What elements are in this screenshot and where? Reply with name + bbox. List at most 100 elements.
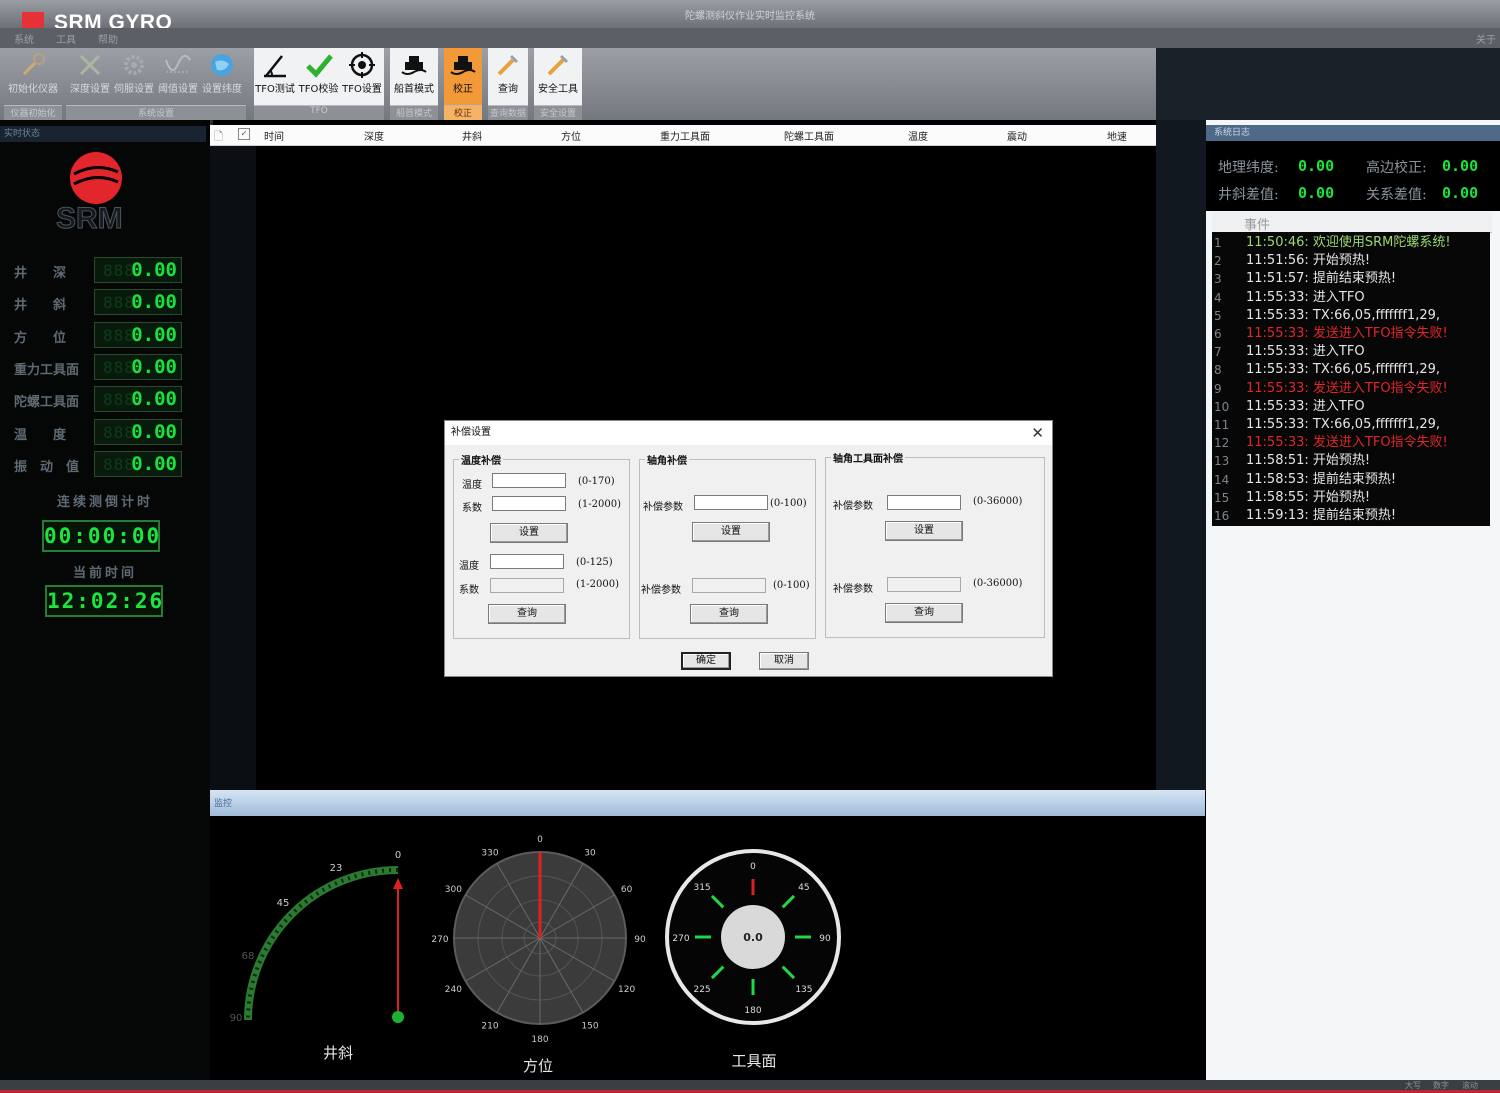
monitor-header-label: 监控 xyxy=(214,799,233,809)
group-label-bow: 船首模式 xyxy=(390,105,438,120)
col-vibration[interactable]: 震动 xyxy=(1007,128,1027,143)
servo-settings-button[interactable]: 伺服设置 xyxy=(112,50,156,100)
depth-settings-button[interactable]: 深度设置 xyxy=(68,50,112,100)
wrench-icon xyxy=(22,53,45,76)
calibrate-button[interactable]: 校正 xyxy=(444,50,482,100)
azimuth-tick-label: 330 xyxy=(481,848,498,858)
event-row-number: 4 xyxy=(1214,290,1222,305)
current-time-label: 当前时间 xyxy=(72,566,137,581)
event-row[interactable]: 6 11:55:33: 发送进入TFO指令失败! xyxy=(1212,325,1490,343)
temp-compensation-group: 温度补偿 温度 (0-170) 系数 (1-2000) 设置 温度 (0-125… xyxy=(453,452,630,639)
event-row-text: 11:55:33: 进入TFO xyxy=(1246,398,1365,414)
tf-param-input[interactable] xyxy=(887,495,961,510)
tfo-test-button[interactable]: TFO测试 xyxy=(254,50,296,100)
event-row[interactable]: 7 11:55:33: 进入TFO xyxy=(1212,343,1490,361)
event-row[interactable]: 1 11:50:46: 欢迎使用SRM陀螺系统! xyxy=(1212,234,1490,252)
col-depth[interactable]: 深度 xyxy=(364,128,384,143)
latitude-settings-button[interactable]: 设置纬度 xyxy=(200,50,244,100)
event-row-text: 11:55:33: 发送进入TFO指令失败! xyxy=(1246,326,1448,341)
tfo-check-label: TFO校验 xyxy=(298,84,339,95)
depth-settings-label: 深度设置 xyxy=(70,84,110,95)
tfo-settings-button[interactable]: TFO设置 xyxy=(341,50,383,100)
event-row[interactable]: 4 11:55:33: 进入TFO xyxy=(1212,289,1490,307)
event-row[interactable]: 2 11:51:56: 开始预热! xyxy=(1212,252,1490,270)
countdown-display: 00:00:00 xyxy=(42,520,160,552)
temp2-input[interactable] xyxy=(490,554,564,569)
event-row-text: 11:55:33: 发送进入TFO指令失败! xyxy=(1246,380,1448,396)
event-column-header[interactable]: 事件 xyxy=(1244,214,1270,233)
temp-input[interactable] xyxy=(492,473,566,488)
menu-about[interactable]: 关于 xyxy=(1476,31,1496,46)
col-ground-speed[interactable]: 地速 xyxy=(1107,128,1127,143)
event-row-number: 14 xyxy=(1214,472,1230,487)
tf-query-button[interactable]: 查询 xyxy=(885,603,963,623)
tf-param2-input[interactable] xyxy=(887,577,961,592)
col-time[interactable]: 时间 xyxy=(264,128,284,143)
toolface-label: 工具面 xyxy=(731,1052,776,1070)
stat-label-relation-diff: 关系差值: xyxy=(1366,187,1427,203)
axis-set-button[interactable]: 设置 xyxy=(692,522,770,542)
select-all-checkbox[interactable]: ✓ xyxy=(238,128,250,140)
meter-value-gyro-toolface: 0.00 xyxy=(131,388,177,410)
inclination-needle-tip xyxy=(393,878,403,889)
azimuth-tick-label: 90 xyxy=(634,935,646,945)
col-azimuth[interactable]: 方位 xyxy=(561,128,581,143)
temp-set-button[interactable]: 设置 xyxy=(490,523,568,543)
meter-gyro-toolface: 888 0.00 xyxy=(94,386,182,412)
tf-set-button[interactable]: 设置 xyxy=(885,521,963,541)
coef-input[interactable] xyxy=(492,496,566,511)
event-row[interactable]: 15 11:58:55: 开始预热! xyxy=(1212,489,1490,507)
event-row[interactable]: 12 11:55:33: 发送进入TFO指令失败! xyxy=(1212,434,1490,452)
dialog-title: 补偿设置 xyxy=(445,421,1052,445)
coef2-label: 系数 xyxy=(459,585,479,596)
safety-tool-button[interactable]: 安全工具 xyxy=(534,50,582,100)
init-instrument-button[interactable]: 初始化仪器 xyxy=(4,50,62,100)
bow-mode-button[interactable]: 船首模式 xyxy=(390,50,438,100)
latitude-settings-label: 设置纬度 xyxy=(202,84,242,95)
event-row[interactable]: 11 11:55:33: TX:66,05,fffffff1,29, xyxy=(1212,416,1490,434)
event-row[interactable]: 13 11:58:51: 开始预热! xyxy=(1212,452,1490,470)
event-row[interactable]: 14 11:58:53: 提前结束预热! xyxy=(1212,471,1490,489)
close-icon[interactable]: ✕ xyxy=(1031,424,1044,442)
group-label-tfo: TFO xyxy=(254,105,384,120)
toolface-tick-label: 180 xyxy=(744,1006,761,1016)
new-file-icon[interactable]: 🗋 xyxy=(214,128,223,147)
event-row[interactable]: 9 11:55:33: 发送进入TFO指令失败! xyxy=(1212,380,1490,398)
event-row[interactable]: 3 11:51:57: 提前结束预热! xyxy=(1212,270,1490,288)
system-log-header: 系统日志 xyxy=(1206,125,1500,141)
menu-system[interactable]: 系统 xyxy=(14,31,34,46)
tfo-test-label: TFO测试 xyxy=(255,84,295,95)
tools-icon xyxy=(79,54,101,76)
query-button[interactable]: 查询 xyxy=(488,50,528,100)
inclination-pivot xyxy=(392,1011,404,1023)
threshold-settings-label: 阈值设置 xyxy=(158,84,198,95)
col-inclination[interactable]: 井斜 xyxy=(462,128,482,143)
ok-button[interactable]: 确定 xyxy=(681,652,731,670)
event-list[interactable]: 1 11:50:46: 欢迎使用SRM陀螺系统! 2 11:51:56: 开始预热! 3… xyxy=(1212,232,1490,526)
col-temperature[interactable]: 温度 xyxy=(908,128,928,143)
menu-help[interactable]: 帮助 xyxy=(98,31,118,46)
coef2-input[interactable] xyxy=(490,578,564,593)
tfo-check-button[interactable]: TFO校验 xyxy=(297,50,340,100)
axis-compensation-group: 轴角补偿 补偿参数 (0-100) 设置 补偿参数 (0-100) 查询 xyxy=(639,452,816,639)
event-row[interactable]: 5 11:55:33: TX:66,05,fffffff1,29, xyxy=(1212,307,1490,325)
col-gravity-toolface[interactable]: 重力工具面 xyxy=(660,128,710,143)
event-row[interactable]: 8 11:55:33: TX:66,05,fffffff1,29, xyxy=(1212,361,1490,379)
event-row-text: 11:51:56: 开始预热! xyxy=(1246,253,1371,269)
col-gyro-toolface[interactable]: 陀螺工具面 xyxy=(784,128,834,143)
realtime-status-panel: 实时状态 SRM 井 深 888 0.00 井 斜 888 0.00 方 位 888… xyxy=(0,120,213,1080)
pencil-tool-icon xyxy=(497,54,519,76)
event-row[interactable]: 16 11:59:13: 提前结束预热! xyxy=(1212,507,1490,525)
temp-query-button[interactable]: 查询 xyxy=(488,604,566,624)
axis-query-button[interactable]: 查询 xyxy=(690,604,768,624)
threshold-settings-button[interactable]: 阈值设置 xyxy=(156,50,200,100)
cancel-button[interactable]: 取消 xyxy=(759,652,809,670)
axis-param-input[interactable] xyxy=(694,495,768,510)
axis-param2-input[interactable] xyxy=(692,578,766,593)
event-row[interactable]: 10 11:55:33: 进入TFO xyxy=(1212,398,1490,416)
menu-tools[interactable]: 工具 xyxy=(56,31,76,46)
table-left-gutter xyxy=(210,145,256,790)
toolface-gauge: 0 45 90 135 180 225 270 315 0.0 工具面 xyxy=(665,849,841,1070)
axis-param-range: (0-100) xyxy=(770,498,807,509)
toolbar-filler xyxy=(1156,48,1500,120)
